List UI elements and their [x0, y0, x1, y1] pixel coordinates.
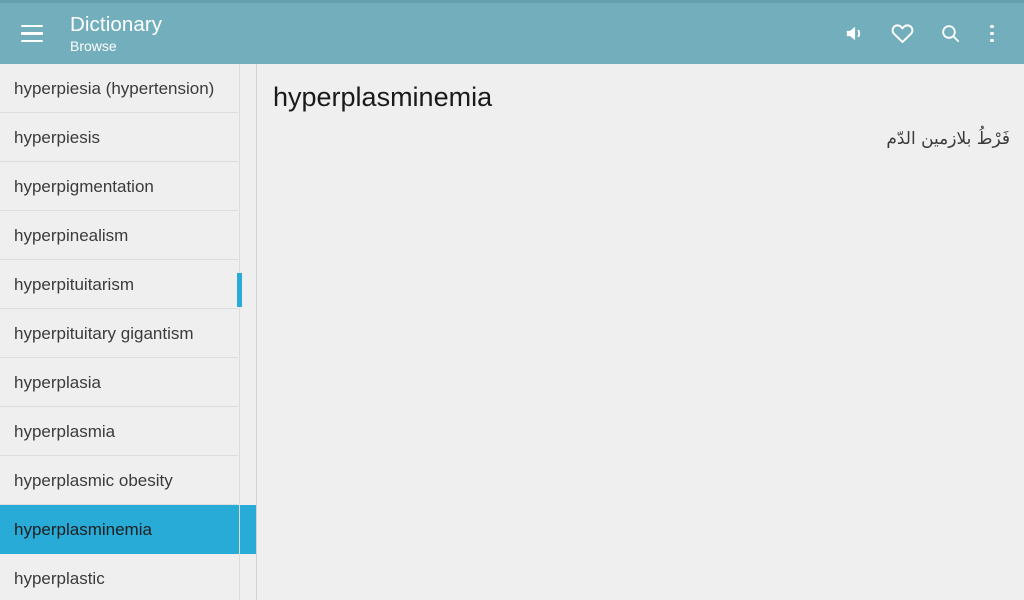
app-title: Dictionary: [70, 12, 163, 36]
heart-icon[interactable]: [878, 10, 926, 58]
app-bar-titles: Dictionary Browse: [70, 13, 830, 55]
word-list-sidebar: hyperpiesia (hypertension) hyperpiesis hyp…: [0, 64, 257, 600]
sidebar-scrollbar-thumb[interactable]: [237, 273, 242, 307]
hamburger-menu-icon[interactable]: [15, 17, 49, 51]
app-bar: Dictionary Browse: [0, 3, 1024, 64]
word-list-item-label: hyperpiesia (hypertension): [14, 78, 215, 98]
word-list-item[interactable]: hyperpiesia (hypertension): [0, 64, 256, 113]
word-list-item-label: hyperpiesis: [14, 127, 100, 147]
hamburger-bar-3: [21, 39, 43, 43]
word-list-item-label: hyperpituitary gigantism: [14, 323, 194, 343]
word-list-item[interactable]: hyperplasmic obesity: [0, 456, 256, 505]
speaker-icon[interactable]: [830, 10, 878, 58]
entry-translation-arabic: فَرْطُ بلازمين الدّم: [886, 129, 1010, 149]
content-area: hyperpiesia (hypertension) hyperpiesis hyp…: [0, 64, 1024, 600]
word-list-item-label: hyperplasia: [14, 372, 101, 392]
dictionary-app-window: Dictionary Browse hyperpiesia (hypertens…: [0, 0, 1024, 600]
word-list-item[interactable]: hyperpiesis: [0, 113, 256, 162]
hamburger-bar-1: [21, 24, 43, 28]
word-list-item[interactable]: hyperplastic: [0, 554, 256, 600]
word-list-item[interactable]: hyperpigmentation: [0, 162, 256, 211]
sidebar-scrollbar-track[interactable]: [239, 64, 240, 600]
word-list-item-label: hyperpinealism: [14, 225, 129, 245]
overflow-dot-3: [990, 38, 994, 43]
word-list-item-label: hyperplasmia: [14, 421, 116, 441]
word-list: hyperpiesia (hypertension) hyperpiesis hyp…: [0, 64, 256, 600]
search-icon[interactable]: [926, 10, 974, 58]
word-list-item-label: hyperplastic: [14, 568, 105, 588]
word-list-item[interactable]: hyperpinealism: [0, 211, 256, 260]
overflow-menu-icon[interactable]: [974, 10, 1010, 58]
word-list-item[interactable]: hyperplasia: [0, 358, 256, 407]
overflow-dot-2: [990, 31, 994, 36]
app-bar-actions: [830, 10, 1010, 58]
word-list-item[interactable]: hyperpituitary gigantism: [0, 309, 256, 358]
word-list-item-label: hyperplasminemia: [14, 519, 152, 539]
word-list-item[interactable]: hyperplasmia: [0, 407, 256, 456]
overflow-dot-1: [990, 24, 994, 29]
word-list-item-label: hyperpituitarism: [14, 274, 134, 294]
hamburger-bar-2: [21, 32, 43, 35]
entry-detail-panel: hyperplasminemia فَرْطُ بلازمين الدّم: [257, 64, 1024, 600]
entry-headword: hyperplasminemia: [273, 82, 493, 112]
app-subtitle: Browse: [70, 37, 117, 54]
word-list-item[interactable]: hyperpituitarism: [0, 260, 256, 309]
word-list-item[interactable]: hyperplasminemia: [0, 505, 256, 554]
word-list-item-label: hyperplasmic obesity: [14, 470, 173, 490]
word-list-item-label: hyperpigmentation: [14, 176, 154, 196]
